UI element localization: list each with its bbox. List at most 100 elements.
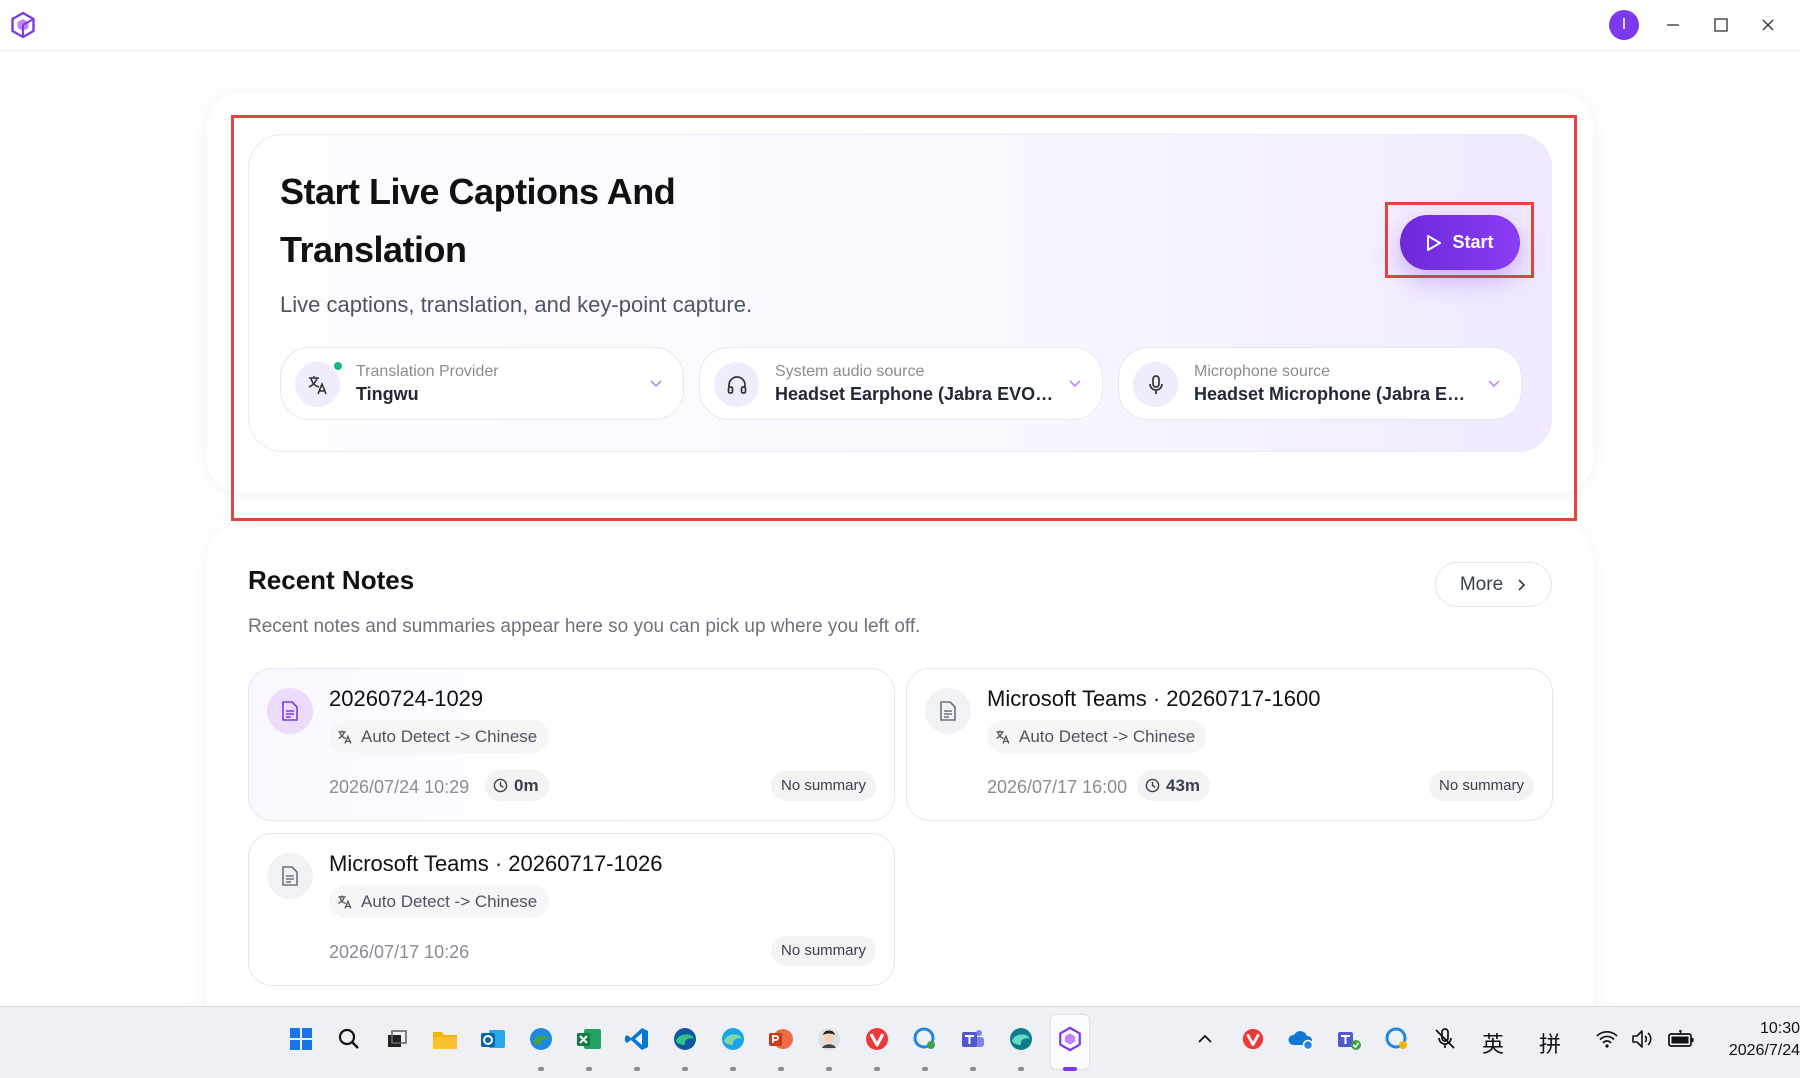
language-tag: Auto Detect -> Chinese (329, 720, 550, 753)
title-bar: I (0, 0, 1800, 51)
document-icon (925, 688, 971, 734)
vscode-icon[interactable] (622, 1024, 652, 1054)
chevron-up-icon[interactable] (1190, 1024, 1220, 1054)
document-icon (267, 688, 313, 734)
microphone-label: Microphone source (1194, 363, 1331, 380)
note-date: 2026/07/17 16:00 (987, 777, 1128, 797)
translate-icon (338, 729, 352, 744)
clock-icon (493, 778, 508, 793)
summary-badge: No summary (770, 936, 876, 966)
onedrive-icon[interactable] (1286, 1024, 1316, 1054)
microphone-icon (1133, 362, 1178, 407)
start-button[interactable]: Start (1400, 215, 1520, 270)
hero-subtitle: Live captions, translation, and key-poin… (280, 292, 753, 317)
system-audio-source-select[interactable]: System audio source Headset Earphone (Ja… (699, 347, 1103, 420)
microphone-source-select[interactable]: Microphone source Headset Microphone (Ja… (1118, 347, 1522, 420)
translation-provider-select[interactable]: Translation Provider Tingwu (280, 347, 684, 420)
close-button[interactable] (1755, 12, 1781, 38)
running-indicator (634, 1067, 640, 1071)
chat-tray-icon[interactable] (1382, 1024, 1412, 1054)
running-indicator (970, 1067, 976, 1071)
maximize-button[interactable] (1708, 12, 1734, 38)
language-label: Auto Detect -> Chinese (361, 891, 538, 911)
main-content: Start Live Captions And Translation Live… (0, 51, 1800, 1006)
note-card[interactable]: Microsoft Teams · 20260717-1600 Auto Det… (906, 668, 1553, 821)
ime-mode-indicator[interactable]: 拼 (1539, 1027, 1561, 1059)
teams-tray-icon[interactable] (1334, 1024, 1364, 1054)
chat-app-icon[interactable] (910, 1024, 940, 1054)
vivaldi-tray-icon[interactable] (1238, 1024, 1268, 1054)
vivaldi-icon[interactable] (862, 1024, 892, 1054)
duration-tag: 43m (1137, 770, 1211, 801)
input-language-indicator[interactable]: 英 (1482, 1027, 1504, 1059)
headphones-icon (714, 362, 759, 407)
note-title: Microsoft Teams · 20260717-1026 (329, 851, 663, 876)
live-captions-app-icon[interactable] (1055, 1024, 1085, 1054)
app-logo-icon (9, 11, 37, 39)
language-tag: Auto Detect -> Chinese (987, 720, 1208, 753)
user-avatar[interactable]: I (1609, 10, 1639, 40)
translation-provider-value: Tingwu (356, 384, 419, 404)
teams-icon[interactable] (958, 1024, 988, 1054)
note-title: Microsoft Teams · 20260717-1600 (987, 686, 1321, 711)
active-app-indicator (1063, 1067, 1077, 1071)
system-clock[interactable]: 10:30 2026/7/24 (1720, 1018, 1800, 1062)
system-audio-label: System audio source (775, 363, 925, 380)
edge-icon[interactable] (670, 1024, 700, 1054)
edge-canary-icon[interactable] (1006, 1024, 1036, 1054)
minimize-button[interactable] (1660, 12, 1686, 38)
language-label: Auto Detect -> Chinese (361, 726, 538, 746)
duration-tag: 0m (485, 770, 549, 801)
chevron-right-icon (1518, 578, 1526, 591)
running-indicator (682, 1067, 688, 1071)
note-card[interactable]: 20260724-1029 Auto Detect -> Chinese 202… (248, 668, 895, 821)
task-view-icon[interactable] (382, 1024, 412, 1054)
running-indicator (874, 1067, 880, 1071)
system-audio-value: Headset Earphone (Jabra EVOLVE 65) (775, 384, 1055, 404)
clock-time: 10:30 (1759, 1020, 1800, 1037)
note-card[interactable]: Microsoft Teams · 20260717-1026 Auto Det… (248, 833, 895, 986)
wifi-icon[interactable] (1592, 1024, 1622, 1054)
outlook-icon[interactable] (478, 1024, 508, 1054)
note-date: 2026/07/17 10:26 (329, 942, 470, 962)
microphone-value: Headset Microphone (Jabra EVOLVE 65) (1194, 384, 1474, 404)
recent-notes-title: Recent Notes (248, 565, 415, 595)
recent-notes-subtitle: Recent notes and summaries appear here s… (248, 616, 921, 637)
volume-icon[interactable] (1628, 1024, 1658, 1054)
file-explorer-icon[interactable] (430, 1024, 460, 1054)
running-indicator (538, 1067, 544, 1071)
language-label: Auto Detect -> Chinese (1019, 726, 1196, 746)
more-button[interactable]: More (1435, 562, 1552, 607)
chevron-down-icon (650, 380, 662, 388)
excel-icon[interactable] (574, 1024, 604, 1054)
running-indicator (1018, 1067, 1024, 1071)
translation-provider-label: Translation Provider (356, 363, 499, 380)
duration-label: 43m (1166, 775, 1201, 795)
running-indicator (586, 1067, 592, 1071)
language-tag: Auto Detect -> Chinese (329, 885, 550, 918)
microphone-muted-icon[interactable] (1430, 1024, 1460, 1054)
start-label: Start (1452, 232, 1494, 252)
windows-start-icon[interactable] (286, 1024, 316, 1054)
clock-icon (1145, 778, 1160, 793)
running-indicator (922, 1067, 928, 1071)
duration-label: 0m (514, 775, 539, 795)
chevron-down-icon (1069, 380, 1081, 388)
powerpoint-icon[interactable] (766, 1024, 796, 1054)
note-date: 2026/07/24 10:29 (329, 777, 470, 797)
edge-beta-icon[interactable] (718, 1024, 748, 1054)
clock-date: 2026/7/24 (1728, 1042, 1800, 1059)
running-indicator (826, 1067, 832, 1071)
play-icon (1427, 234, 1442, 251)
edge-dev-icon[interactable] (526, 1024, 556, 1054)
summary-badge: No summary (1428, 771, 1534, 801)
avatar-app-icon[interactable] (814, 1024, 844, 1054)
summary-badge: No summary (770, 771, 876, 801)
battery-icon[interactable] (1666, 1024, 1696, 1054)
translate-icon (338, 894, 352, 909)
hero-title: Start Live Captions And Translation (280, 171, 676, 270)
chevron-down-icon (1488, 380, 1500, 388)
search-icon[interactable] (334, 1024, 364, 1054)
note-title: 20260724-1029 (329, 686, 484, 711)
document-icon (267, 853, 313, 899)
